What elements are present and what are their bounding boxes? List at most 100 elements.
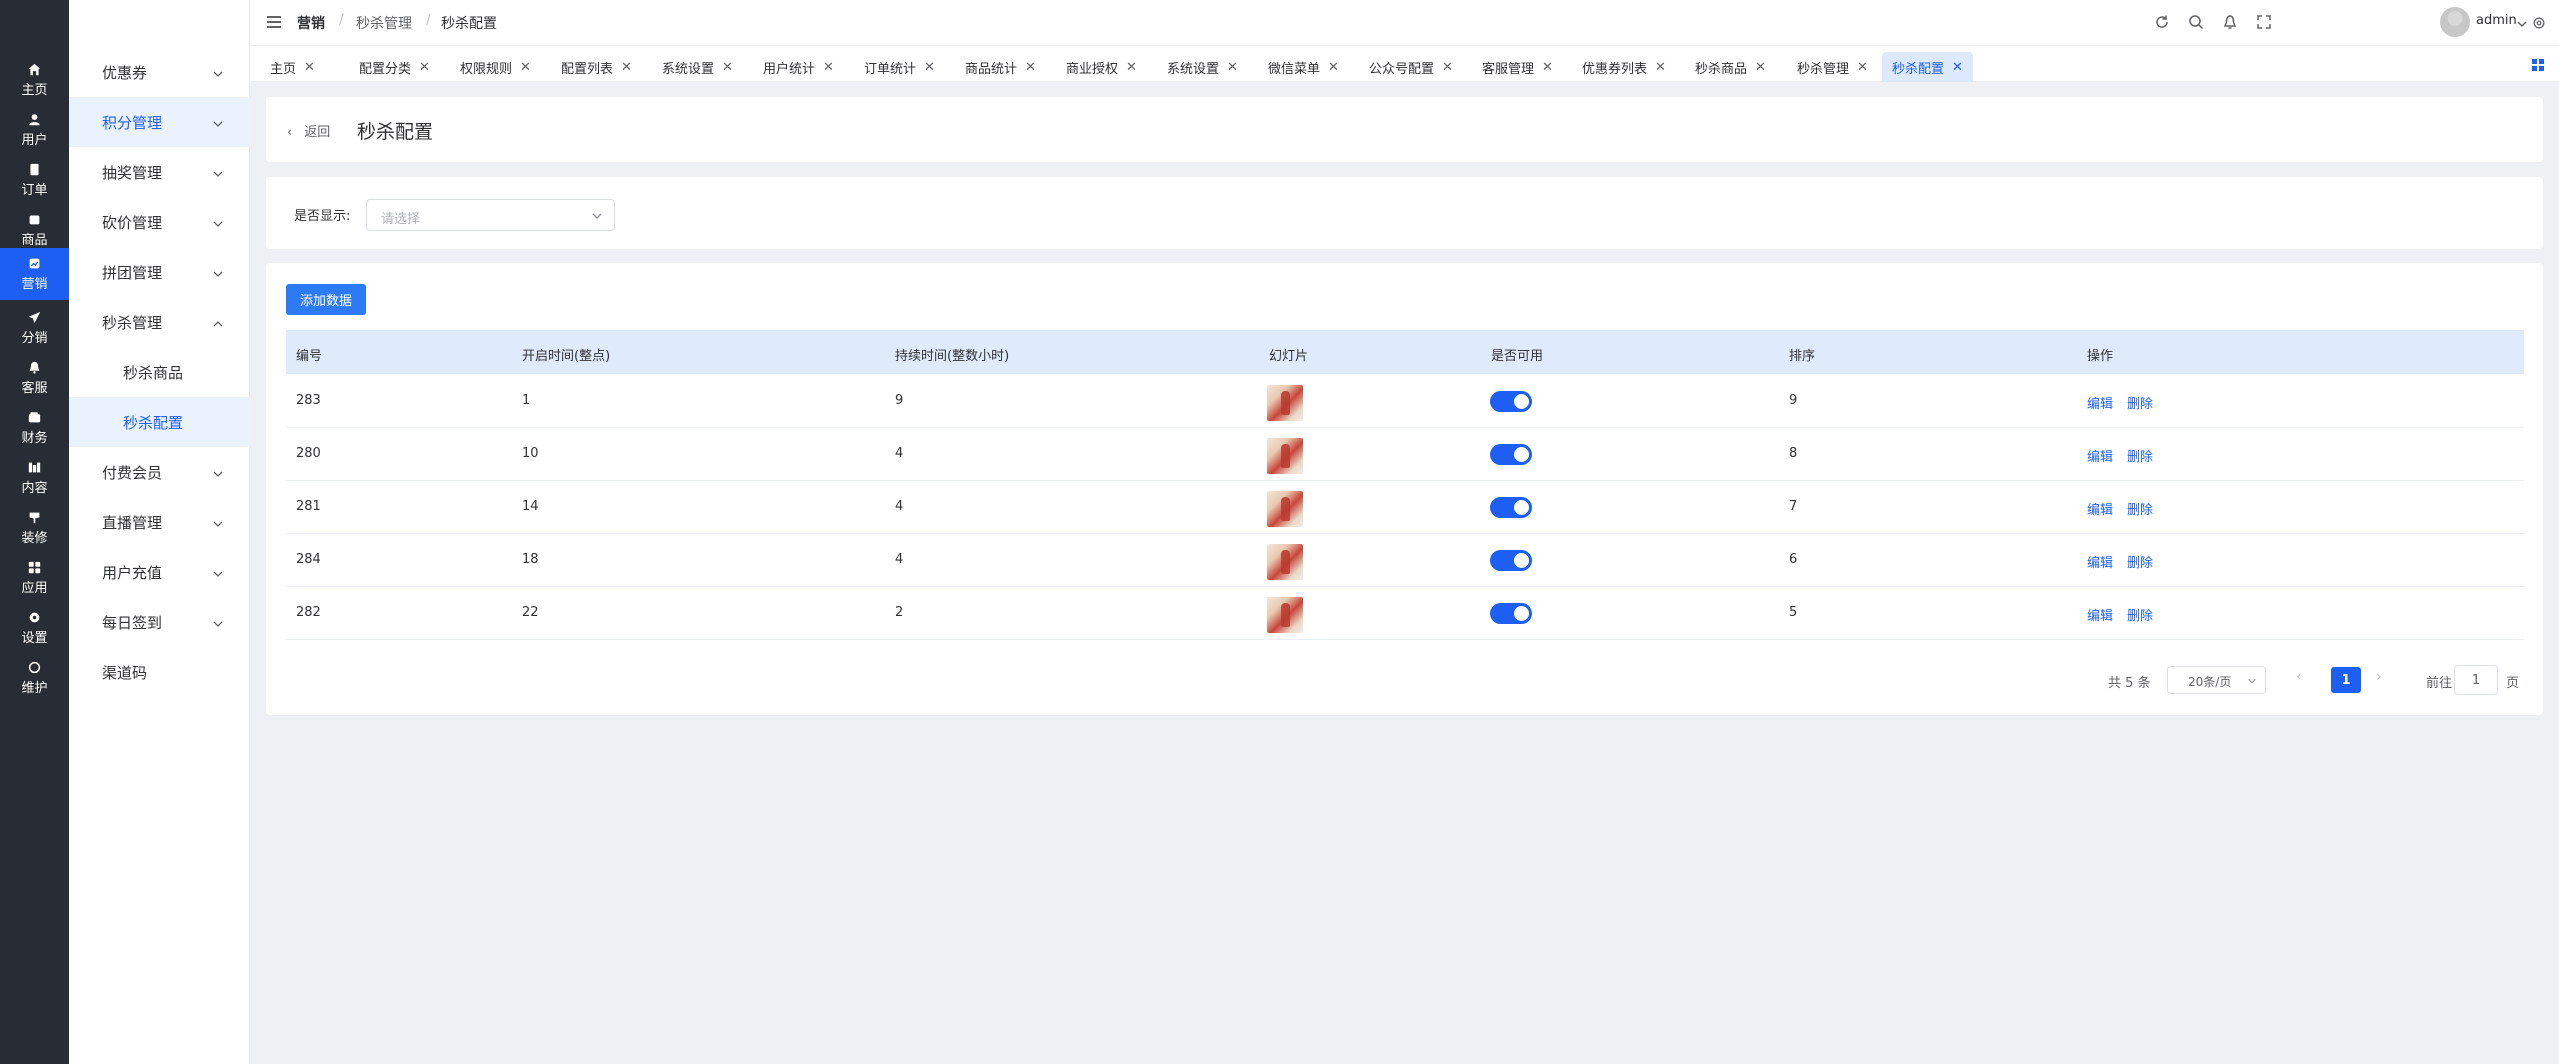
gear-icon[interactable] — [2532, 15, 2546, 29]
menu-item-seckill-config[interactable]: 秒杀配置 — [69, 397, 250, 447]
goto-page-input[interactable]: 1 — [2454, 665, 2498, 695]
delete-button[interactable]: 删除 — [2127, 393, 2153, 412]
slide-thumbnail[interactable] — [1267, 438, 1303, 474]
display-select[interactable]: 请选择 — [366, 199, 615, 231]
menu-item-channel-code[interactable]: 渠道码 — [69, 647, 250, 697]
refresh-icon[interactable] — [2154, 14, 2170, 30]
tab-home[interactable]: 主页 ✕ — [260, 52, 325, 82]
tab-user-stats[interactable]: 用户统计 ✕ — [753, 52, 844, 82]
close-icon[interactable]: ✕ — [304, 60, 315, 75]
slide-thumbnail[interactable] — [1267, 544, 1303, 580]
delete-button[interactable]: 删除 — [2127, 446, 2153, 465]
close-icon[interactable]: ✕ — [722, 60, 733, 75]
tab-seckill-config[interactable]: 秒杀配置 ✕ — [1882, 52, 1973, 82]
page-size-select[interactable]: 20条/页 — [2167, 666, 2266, 694]
menu-item-recharge[interactable]: 用户充值 — [69, 547, 250, 597]
close-icon[interactable]: ✕ — [1857, 60, 1868, 75]
avatar[interactable] — [2440, 7, 2470, 37]
menu-item-lottery[interactable]: 抽奖管理 — [69, 147, 250, 197]
tab-goods-stats[interactable]: 商品统计 ✕ — [955, 52, 1046, 82]
tab-official-account-config[interactable]: 公众号配置 ✕ — [1359, 52, 1463, 82]
tab-system-settings[interactable]: 系统设置 ✕ — [652, 52, 743, 82]
breadcrumb-item[interactable]: 秒杀管理 — [356, 13, 412, 33]
tab-wechat-menu[interactable]: 微信菜单 ✕ — [1258, 52, 1349, 82]
rail-item-service[interactable]: 客服 — [0, 353, 69, 403]
tab-coupon-list[interactable]: 优惠券列表 ✕ — [1572, 52, 1676, 82]
rail-item-apps[interactable]: 应用 — [0, 553, 69, 603]
delete-button[interactable]: 删除 — [2127, 499, 2153, 518]
tab-system-settings-2[interactable]: 系统设置 ✕ — [1157, 52, 1248, 82]
menu-item-paid-member[interactable]: 付费会员 — [69, 447, 250, 497]
tab-business-license[interactable]: 商业授权 ✕ — [1056, 52, 1147, 82]
close-icon[interactable]: ✕ — [1025, 60, 1036, 75]
delete-button[interactable]: 删除 — [2127, 552, 2153, 571]
menu-item-bargain[interactable]: 砍价管理 — [69, 197, 250, 247]
enabled-toggle[interactable] — [1490, 391, 1532, 412]
rail-item-order[interactable]: 订单 — [0, 155, 69, 205]
close-icon[interactable]: ✕ — [621, 60, 632, 75]
chevron-down-icon — [212, 116, 224, 128]
user-name[interactable]: admin — [2476, 13, 2517, 28]
enabled-toggle[interactable] — [1490, 603, 1532, 624]
edit-button[interactable]: 编辑 — [2087, 393, 2113, 412]
tab-order-stats[interactable]: 订单统计 ✕ — [854, 52, 945, 82]
tab-customer-service[interactable]: 客服管理 ✕ — [1472, 52, 1563, 82]
breadcrumb-root[interactable]: 营销 — [297, 13, 325, 33]
tab-permission-rules[interactable]: 权限规则 ✕ — [450, 52, 541, 82]
chevron-down-icon[interactable] — [2516, 15, 2528, 28]
close-icon[interactable]: ✕ — [1328, 60, 1339, 75]
menu-item-coupon[interactable]: 优惠券 — [69, 47, 250, 97]
menu-item-seckill-goods[interactable]: 秒杀商品 — [69, 347, 250, 397]
back-button[interactable]: ‹ 返回 — [287, 121, 330, 140]
menu-item-sign-in[interactable]: 每日签到 — [69, 597, 250, 647]
menu-item-group-buy[interactable]: 拼团管理 — [69, 247, 250, 297]
rail-item-maintain[interactable]: 维护 — [0, 653, 69, 703]
rail-item-user[interactable]: 用户 — [0, 105, 69, 155]
close-icon[interactable]: ✕ — [924, 60, 935, 75]
edit-button[interactable]: 编辑 — [2087, 552, 2113, 571]
add-data-button[interactable]: 添加数据 — [286, 284, 366, 315]
tab-config-category[interactable]: 配置分类 ✕ — [349, 52, 440, 82]
search-icon[interactable] — [2188, 14, 2204, 30]
tab-seckill-goods[interactable]: 秒杀商品 ✕ — [1685, 52, 1776, 82]
bell-icon[interactable] — [2222, 14, 2238, 30]
close-icon[interactable]: ✕ — [1655, 60, 1666, 75]
enabled-toggle[interactable] — [1490, 444, 1532, 465]
close-icon[interactable]: ✕ — [1126, 60, 1137, 75]
close-icon[interactable]: ✕ — [1227, 60, 1238, 75]
rail-item-decorate[interactable]: 装修 — [0, 503, 69, 553]
rail-item-marketing[interactable]: 营销 — [0, 248, 69, 300]
close-icon[interactable]: ✕ — [1542, 60, 1553, 75]
edit-button[interactable]: 编辑 — [2087, 446, 2113, 465]
close-icon[interactable]: ✕ — [1442, 60, 1453, 75]
rail-item-content[interactable]: 内容 — [0, 453, 69, 503]
prev-page-button[interactable]: ‹ — [2296, 669, 2310, 689]
close-icon[interactable]: ✕ — [520, 60, 531, 75]
close-icon[interactable]: ✕ — [1952, 60, 1963, 75]
tab-config-list[interactable]: 配置列表 ✕ — [551, 52, 642, 82]
next-page-button[interactable]: › — [2376, 669, 2390, 689]
delete-button[interactable]: 删除 — [2127, 605, 2153, 624]
slide-thumbnail[interactable] — [1267, 597, 1303, 633]
rail-item-finance[interactable]: 财务 — [0, 403, 69, 453]
rail-item-settings[interactable]: 设置 — [0, 603, 69, 653]
close-icon[interactable]: ✕ — [419, 60, 430, 75]
rail-item-distribution[interactable]: 分销 — [0, 303, 69, 353]
close-icon[interactable]: ✕ — [823, 60, 834, 75]
menu-toggle-icon[interactable] — [266, 15, 282, 29]
edit-button[interactable]: 编辑 — [2087, 499, 2113, 518]
slide-thumbnail[interactable] — [1267, 491, 1303, 527]
menu-item-seckill[interactable]: 秒杀管理 — [69, 297, 250, 347]
menu-item-points[interactable]: 积分管理 — [69, 97, 250, 147]
edit-button[interactable]: 编辑 — [2087, 605, 2113, 624]
enabled-toggle[interactable] — [1490, 497, 1532, 518]
enabled-toggle[interactable] — [1490, 550, 1532, 571]
page-number-current[interactable]: 1 — [2331, 667, 2361, 693]
fullscreen-icon[interactable] — [2256, 14, 2272, 30]
slide-thumbnail[interactable] — [1267, 385, 1303, 421]
tab-seckill-manage[interactable]: 秒杀管理 ✕ — [1787, 52, 1878, 82]
grid-icon[interactable] — [2532, 56, 2544, 71]
menu-item-live[interactable]: 直播管理 — [69, 497, 250, 547]
rail-item-home[interactable]: 主页 — [0, 55, 69, 105]
close-icon[interactable]: ✕ — [1755, 60, 1766, 75]
